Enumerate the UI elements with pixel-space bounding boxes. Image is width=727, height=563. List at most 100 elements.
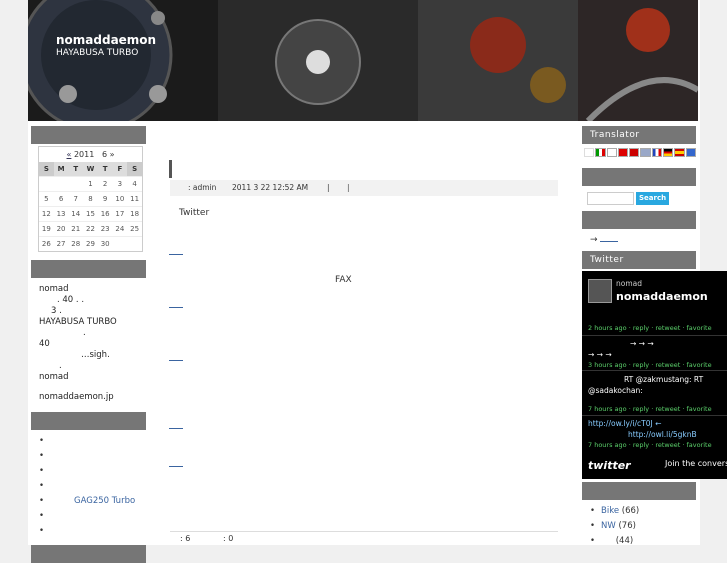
comments-count[interactable]: : 6 bbox=[180, 532, 190, 546]
gag250-link[interactable]: GAG250 Turbo bbox=[74, 496, 135, 506]
calendar-day[interactable]: 16 bbox=[97, 206, 113, 222]
calendar-year: 2011 bbox=[73, 150, 95, 159]
about-line: nomad bbox=[39, 372, 69, 382]
main-content: : admin 2011 3 22 12:52 AM | | Twitter F… bbox=[165, 126, 560, 545]
calendar-day[interactable]: 26 bbox=[39, 236, 54, 251]
flag-zh-icon[interactable] bbox=[617, 148, 629, 157]
calendar-day[interactable]: 20 bbox=[53, 221, 69, 237]
flag-sv-icon[interactable] bbox=[685, 148, 696, 157]
list-item[interactable]: GAG250 Turbo bbox=[39, 494, 146, 509]
post-link[interactable] bbox=[169, 466, 183, 467]
search-widget-header bbox=[582, 168, 696, 186]
calendar-day[interactable]: 28 bbox=[68, 236, 84, 251]
calendar-day[interactable]: 25 bbox=[127, 221, 142, 237]
calendar-grid: SMTWTFS 1 2 3 4 5 6 7 8 9 10 11 12 13 14 15 16 17 18 19 20 2… bbox=[39, 162, 142, 251]
calendar-day[interactable]: 18 bbox=[127, 206, 142, 222]
calendar-day[interactable]: 21 bbox=[68, 221, 84, 237]
trackbacks-count[interactable]: : 0 bbox=[223, 532, 233, 546]
tweet-text: → → → bbox=[588, 350, 612, 359]
calendar-day[interactable]: 17 bbox=[112, 206, 128, 222]
tweet-link[interactable]: http://owl.li/5gknB bbox=[588, 429, 727, 440]
calendar-day[interactable]: 1 bbox=[83, 176, 98, 192]
twitter-header: Twitter bbox=[582, 251, 696, 269]
tweet-time[interactable]: 7 hours ago · reply · retweet · favorite bbox=[588, 404, 727, 415]
list-item: (44) bbox=[590, 534, 696, 549]
about-url[interactable]: nomaddaemon.jp bbox=[39, 392, 138, 403]
twitter-display-name[interactable]: nomaddaemon bbox=[616, 290, 708, 303]
category-link[interactable]: Bike bbox=[601, 506, 619, 516]
tweet-time[interactable]: 2 hours ago · reply · retweet · favorite bbox=[588, 324, 712, 332]
calendar-day[interactable]: 2 bbox=[97, 176, 113, 192]
list-item[interactable] bbox=[39, 509, 146, 524]
post-link[interactable] bbox=[169, 360, 183, 361]
arrow-link[interactable] bbox=[600, 235, 619, 242]
calendar-day[interactable]: 3 bbox=[112, 176, 128, 192]
search-input[interactable] bbox=[587, 192, 634, 205]
calendar-next-link[interactable]: » bbox=[110, 150, 115, 159]
tweet-text: RT @zakmustang: RT bbox=[624, 375, 704, 384]
join-conversation-link[interactable]: Join the conversa bbox=[665, 459, 727, 468]
calendar-day[interactable]: 23 bbox=[97, 221, 113, 237]
calendar-day[interactable]: 22 bbox=[83, 221, 98, 237]
about-text: nomad . 40 . . 3 . HAYABUSA TURBO . 40 …… bbox=[31, 278, 146, 409]
calendar-prev-link[interactable]: « bbox=[67, 150, 72, 159]
calendar-day[interactable]: 19 bbox=[39, 221, 54, 237]
calendar-day[interactable]: 29 bbox=[83, 236, 98, 251]
avatar[interactable] bbox=[588, 279, 612, 303]
flag-fr-icon[interactable] bbox=[651, 148, 663, 157]
tweet-time[interactable]: 7 hours ago · reply · retweet · favorite bbox=[588, 440, 727, 451]
calendar-day[interactable]: 27 bbox=[53, 236, 69, 251]
calendar-day[interactable]: 7 bbox=[68, 191, 84, 207]
post-link[interactable] bbox=[169, 428, 183, 429]
flag-es-icon[interactable] bbox=[674, 148, 685, 157]
post-link[interactable] bbox=[169, 307, 183, 308]
calendar-day[interactable]: 12 bbox=[39, 206, 54, 222]
calendar-nav: « 2011 6 » bbox=[39, 147, 142, 162]
flag-en-icon[interactable] bbox=[640, 148, 651, 157]
list-item[interactable] bbox=[39, 479, 146, 494]
calendar-day[interactable]: 14 bbox=[68, 206, 84, 222]
calendar-day[interactable]: 11 bbox=[127, 191, 142, 207]
category-link[interactable]: NW bbox=[601, 521, 616, 531]
about-line: HAYABUSA TURBO bbox=[39, 317, 117, 327]
list-item: NW (76) bbox=[590, 519, 696, 534]
calendar-day[interactable]: 15 bbox=[83, 206, 98, 222]
flag-ko-icon[interactable] bbox=[606, 148, 617, 157]
about-widget-header bbox=[31, 260, 146, 278]
site-title[interactable]: nomaddaemon bbox=[56, 33, 156, 47]
list-item[interactable] bbox=[39, 434, 146, 449]
calendar-day[interactable]: 24 bbox=[112, 221, 128, 237]
post-twitter-text: Twitter bbox=[179, 208, 210, 218]
search-button[interactable]: Search bbox=[636, 192, 670, 205]
flag-tw-icon[interactable] bbox=[629, 148, 640, 157]
tweet: RT @zakmustang: RT @sadakochan: 7 hours … bbox=[588, 374, 727, 415]
calendar-weekday: F bbox=[112, 162, 128, 177]
post-fax-text: FAX bbox=[335, 275, 352, 285]
calendar-day[interactable]: 4 bbox=[127, 176, 142, 192]
about-line: 3 . bbox=[51, 306, 62, 316]
flag-it-icon[interactable] bbox=[595, 148, 606, 157]
calendar-day[interactable]: 10 bbox=[112, 191, 128, 207]
calendar-day[interactable]: 30 bbox=[97, 236, 113, 251]
calendar-day bbox=[53, 176, 69, 192]
calendar-day[interactable]: 8 bbox=[83, 191, 98, 207]
list-item[interactable] bbox=[39, 524, 146, 539]
list-item[interactable] bbox=[39, 449, 146, 464]
calendar-day[interactable]: 9 bbox=[97, 191, 113, 207]
tweet-link[interactable]: http://ow.ly/i/cT0J ← bbox=[588, 418, 727, 429]
calendar-day bbox=[68, 176, 84, 192]
calendar-day[interactable]: 5 bbox=[39, 191, 54, 207]
twitter-username[interactable]: nomad bbox=[616, 279, 642, 288]
calendar-weekday: T bbox=[68, 162, 84, 177]
translator-header: Translator bbox=[582, 126, 696, 144]
calendar-day[interactable]: 6 bbox=[53, 191, 69, 207]
calendar: « 2011 6 » SMTWTFS 1 2 3 4 5 6 7 8 9 10 11 12 13 14 15… bbox=[38, 146, 143, 252]
twitter-logo[interactable]: twitter bbox=[588, 459, 631, 472]
calendar-day[interactable]: 13 bbox=[53, 206, 69, 222]
about-line: . bbox=[59, 361, 62, 371]
links-widget-header bbox=[31, 412, 146, 430]
flag-ja-icon[interactable] bbox=[584, 148, 595, 157]
post-link[interactable] bbox=[169, 254, 183, 255]
list-item[interactable] bbox=[39, 464, 146, 479]
flag-de-icon[interactable] bbox=[663, 148, 674, 157]
